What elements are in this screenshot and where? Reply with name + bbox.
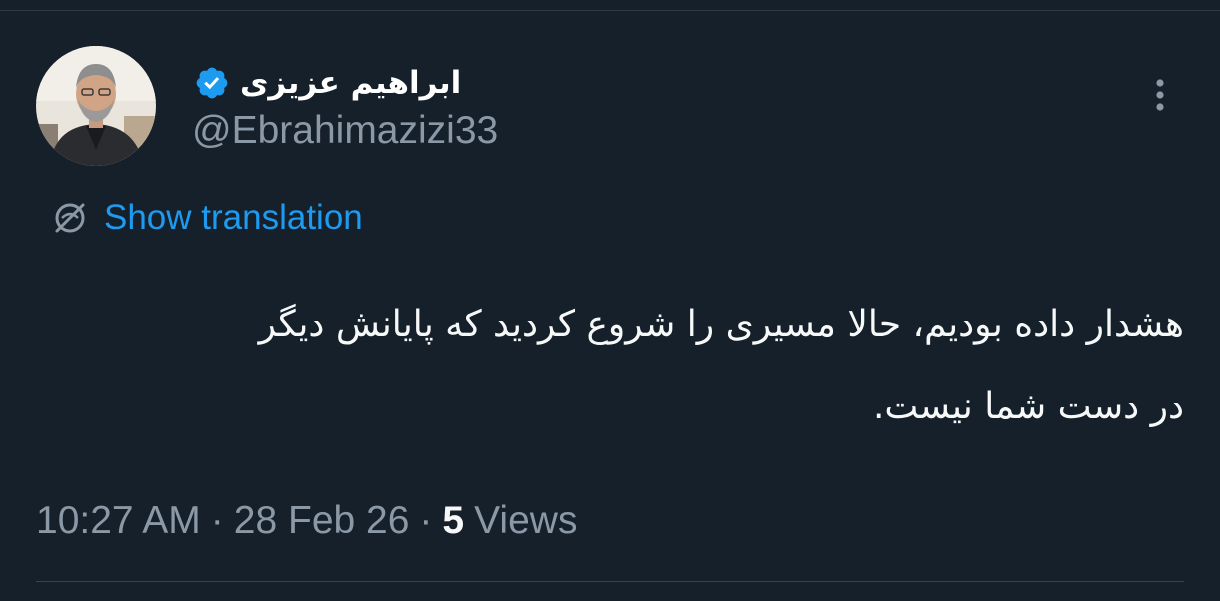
- tweet-time[interactable]: 10:27 AM: [36, 496, 201, 546]
- tweet-text: هشدار داده بودیم، حالا مسیری را شروع کرد…: [40, 284, 1184, 448]
- author-name-row[interactable]: ابراهیم عزیزی: [194, 58, 461, 108]
- more-options-button[interactable]: [1140, 72, 1180, 118]
- meta-separator: ·: [419, 499, 433, 542]
- tweet-detail-view: ابراهیم عزیزی @Ebrahimazizi33 Show trans…: [0, 0, 1220, 601]
- tweet-text-line-2: در دست شما نیست.: [872, 386, 1184, 427]
- views-count: 5: [442, 499, 465, 542]
- views-link[interactable]: 5 Views: [442, 496, 577, 546]
- more-vertical-icon: [1156, 79, 1164, 111]
- globe-translate-icon: [55, 203, 85, 233]
- verified-badge-icon: [196, 67, 228, 99]
- tweet-date[interactable]: 28 Feb 26: [234, 496, 410, 546]
- top-divider: [0, 10, 1220, 11]
- tweet-text-line-1: هشدار داده بودیم، حالا مسیری را شروع کرد…: [258, 304, 1184, 345]
- show-translation-link[interactable]: Show translation: [50, 196, 363, 240]
- bottom-divider: [36, 581, 1184, 582]
- author-avatar[interactable]: [36, 46, 156, 166]
- meta-separator: ·: [210, 499, 224, 542]
- author-handle[interactable]: @Ebrahimazizi33: [192, 108, 498, 154]
- tweet-meta: 10:27 AM · 28 Feb 26 · 5 Views: [36, 496, 577, 546]
- author-display-name: ابراهیم عزیزی: [240, 65, 462, 101]
- views-label: Views: [474, 499, 578, 542]
- show-translation-label: Show translation: [104, 198, 363, 237]
